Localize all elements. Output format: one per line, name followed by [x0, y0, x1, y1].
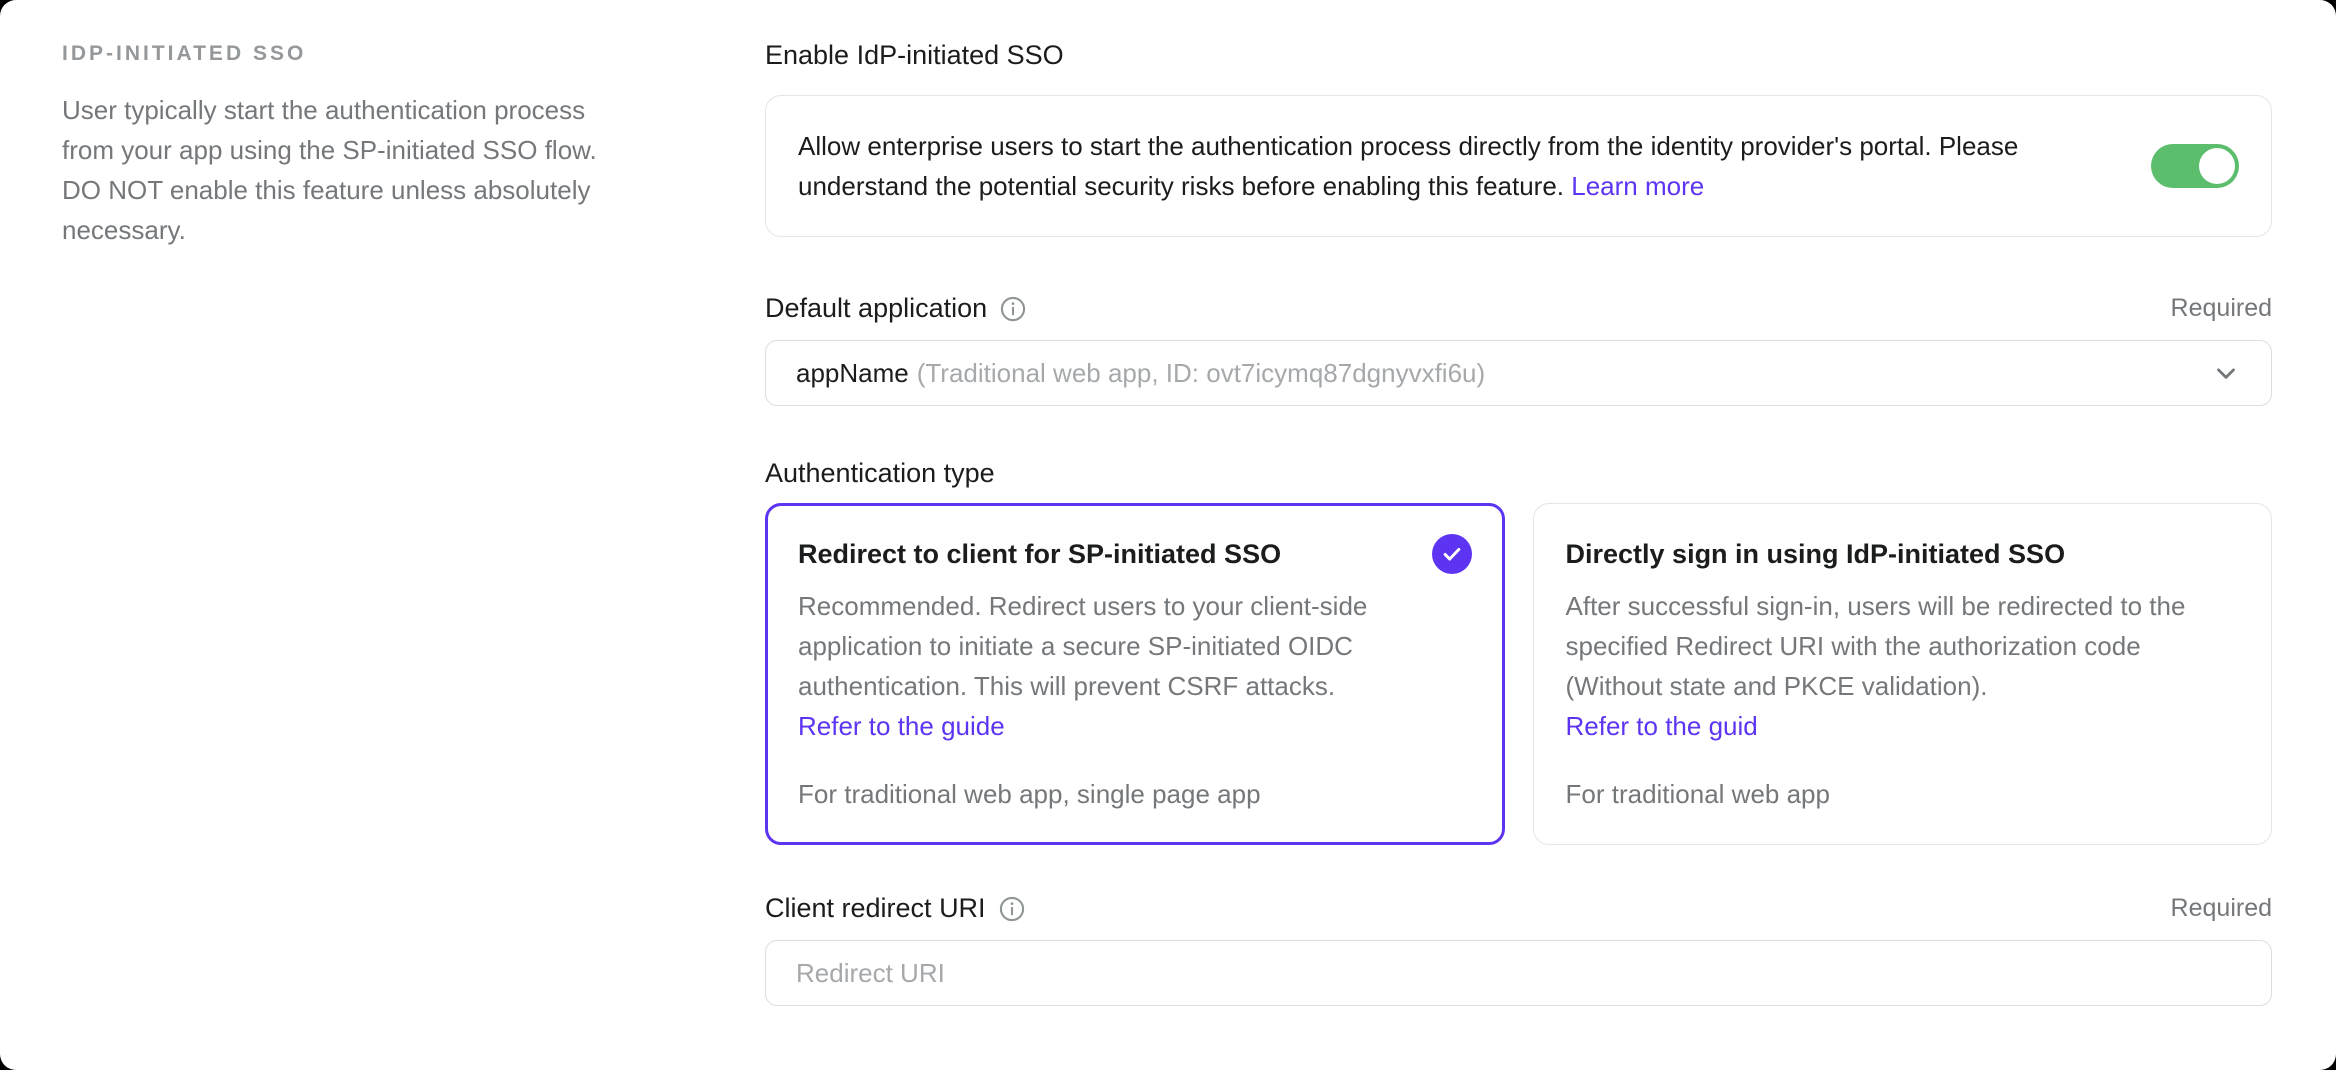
- chevron-down-icon: [2211, 358, 2241, 388]
- section-description: User typically start the authentication …: [62, 90, 642, 250]
- required-badge: Required: [2171, 894, 2272, 923]
- option-title: Directly sign in using IdP-initiated SSO: [1566, 534, 2066, 574]
- client-redirect-uri-label: Client redirect URI: [765, 893, 986, 924]
- client-redirect-uri-label-row: Client redirect URI Required: [765, 893, 2272, 924]
- enable-idp-sso-description-text: Allow enterprise users to start the auth…: [798, 131, 2018, 201]
- default-application-label-row: Default application Required: [765, 293, 2272, 324]
- option-description: After successful sign-in, users will be …: [1566, 586, 2240, 706]
- toggle-knob: [2199, 148, 2235, 184]
- selected-app-detail: (Traditional web app, ID: ovt7icymq87dgn…: [917, 358, 1485, 389]
- enable-idp-sso-card: Allow enterprise users to start the auth…: [765, 95, 2272, 237]
- authentication-type-label: Authentication type: [765, 458, 2272, 489]
- redirect-uri-input[interactable]: [765, 940, 2272, 1006]
- idp-sso-toggle[interactable]: [2151, 144, 2239, 188]
- option-description: Recommended. Redirect users to your clie…: [798, 586, 1472, 706]
- refer-to-guide-link[interactable]: Refer to the guide: [798, 706, 1472, 746]
- selected-app-name: appName: [796, 358, 909, 389]
- refer-to-guide-link[interactable]: Refer to the guid: [1566, 706, 2240, 746]
- info-icon[interactable]: [999, 295, 1027, 323]
- default-application-select[interactable]: appName (Traditional web app, ID: ovt7ic…: [765, 340, 2272, 406]
- option-title: Redirect to client for SP-initiated SSO: [798, 534, 1281, 574]
- learn-more-link[interactable]: Learn more: [1571, 171, 1704, 201]
- section-sidebar: IDP-INITIATED SSO User typically start t…: [0, 0, 642, 1070]
- idp-initiated-sso-settings-page: IDP-INITIATED SSO User typically start t…: [0, 0, 2336, 1070]
- option-footnote: For traditional web app: [1566, 754, 2240, 814]
- option-footnote: For traditional web app, single page app: [798, 754, 1472, 814]
- enable-idp-sso-label: Enable IdP-initiated SSO: [765, 40, 2272, 71]
- info-icon[interactable]: [998, 895, 1026, 923]
- option-card-sp-initiated[interactable]: Redirect to client for SP-initiated SSO …: [765, 503, 1505, 845]
- required-badge: Required: [2171, 294, 2272, 323]
- option-card-idp-initiated[interactable]: Directly sign in using IdP-initiated SSO…: [1533, 503, 2273, 845]
- check-icon: [1432, 534, 1472, 574]
- enable-idp-sso-description: Allow enterprise users to start the auth…: [798, 126, 2107, 206]
- settings-form: Enable IdP-initiated SSO Allow enterpris…: [765, 0, 2272, 1070]
- section-heading: IDP-INITIATED SSO: [62, 42, 642, 66]
- default-application-label: Default application: [765, 293, 987, 324]
- authentication-type-options: Redirect to client for SP-initiated SSO …: [765, 503, 2272, 845]
